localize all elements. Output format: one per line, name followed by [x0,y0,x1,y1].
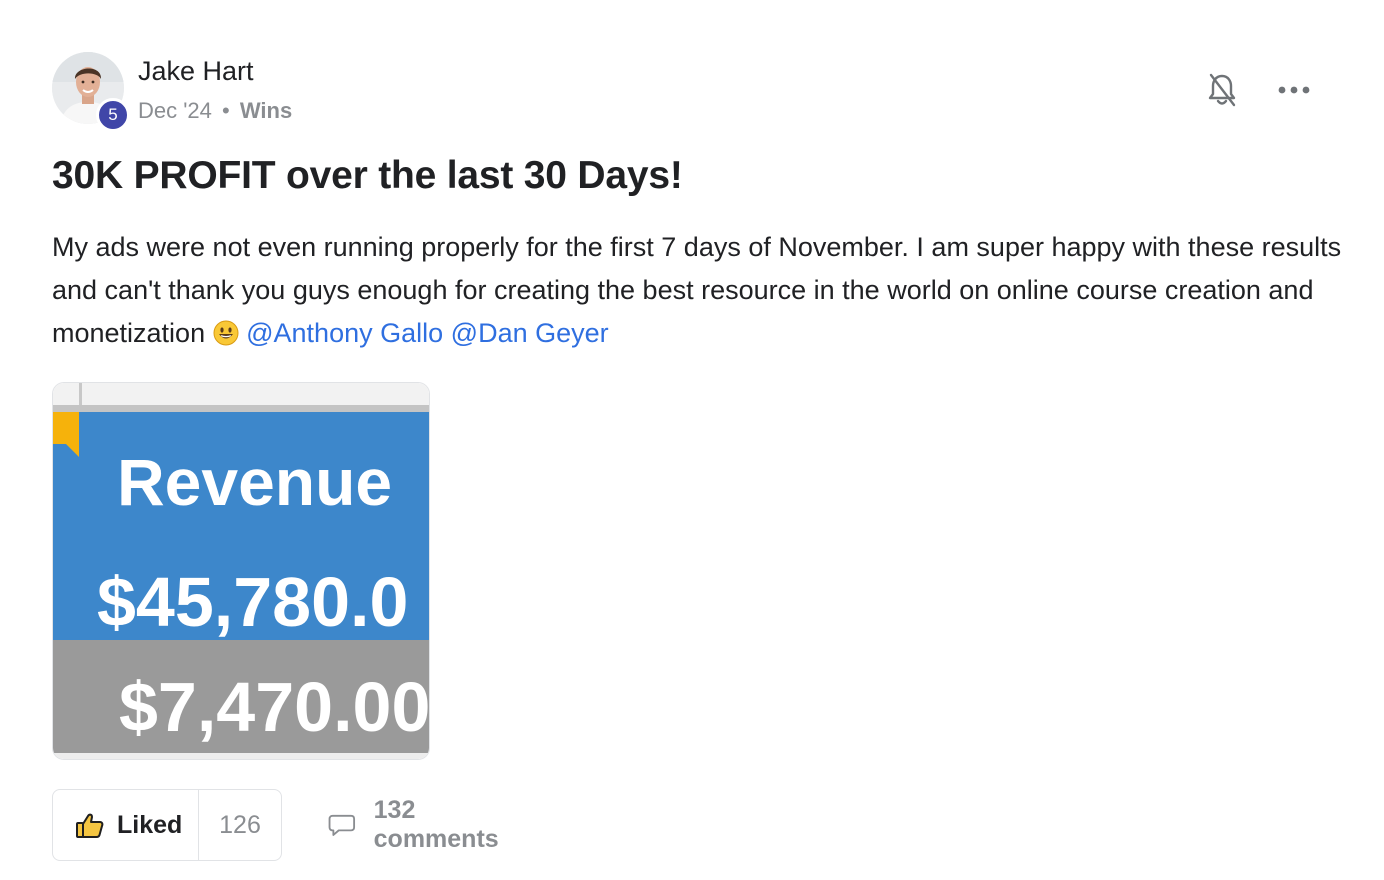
post-header: 5 Jake Hart Dec '24 • Wins [52,50,1332,132]
mention-anthony-gallo[interactable]: @Anthony Gallo [246,318,443,348]
revenue-screenshot-image: Revenue $45,780.0 $7,470.00 [53,383,430,759]
post-meta: Dec '24 • Wins [138,98,292,124]
like-group: Liked 126 [52,789,282,861]
post-body: My ads were not even running properly fo… [52,226,1342,355]
mention-dan-geyer[interactable]: @Dan Geyer [451,318,609,348]
post-title: 30K PROFIT over the last 30 Days! [52,154,683,197]
thumbs-up-icon [76,813,104,838]
more-options-button[interactable] [1274,72,1314,108]
post-card: 5 Jake Hart Dec '24 • Wins 30K PROFIT ov… [52,50,1341,861]
post-image-attachment[interactable]: Revenue $45,780.0 $7,470.00 [52,382,430,760]
image-revenue-label: Revenue [117,445,392,519]
level-badge: 5 [96,98,130,132]
notifications-toggle-button[interactable] [1202,70,1242,110]
post-category[interactable]: Wins [240,98,292,123]
like-button[interactable]: Liked [53,790,199,860]
comments-count-label: 132 comments [373,796,499,853]
comments-button[interactable]: 132 comments [328,789,507,861]
comment-bubble-icon [328,814,356,836]
meta-separator: • [222,98,230,123]
image-revenue-value: $45,780.0 [97,563,408,641]
like-count[interactable]: 126 [199,790,281,860]
more-horizontal-icon [1278,86,1310,94]
post-date[interactable]: Dec '24 [138,98,212,123]
author-name[interactable]: Jake Hart [138,56,254,87]
grinning-face-emoji [213,320,239,346]
author-avatar[interactable]: 5 [52,52,130,132]
bell-off-icon [1208,73,1236,107]
image-second-value: $7,470.00 [119,668,430,746]
like-label: Liked [117,810,183,839]
